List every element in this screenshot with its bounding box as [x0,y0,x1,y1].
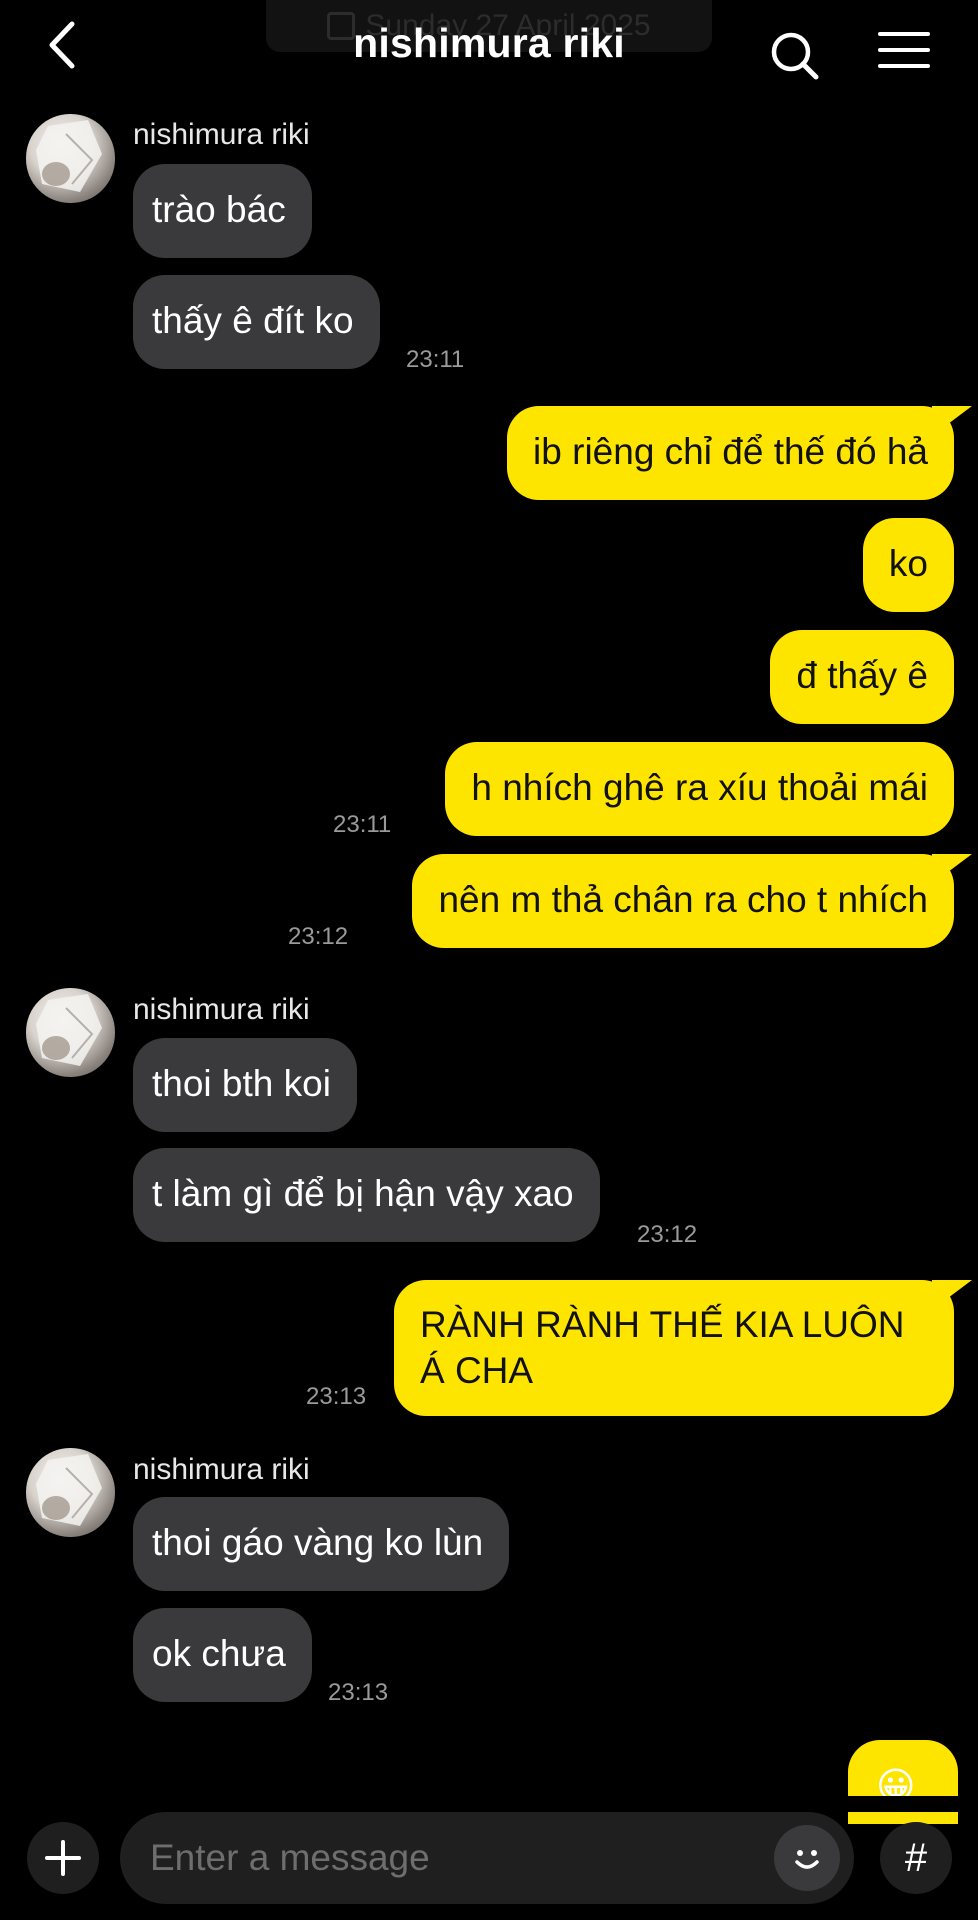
outgoing-message[interactable]: RÀNH RÀNH THẾ KIA LUÔN Á CHA [394,1280,954,1416]
message-time: 23:11 [406,346,465,373]
message-input[interactable] [150,1830,750,1886]
avatar[interactable] [26,988,115,1077]
menu-button[interactable] [876,28,932,78]
avatar-photo [36,120,102,192]
sender-name: nishimura riki [133,118,310,151]
message-time: 23:13 [328,1679,389,1706]
hashtag-button[interactable]: # [880,1822,952,1894]
incoming-message[interactable]: thấy ê đít ko [133,275,380,369]
outgoing-message[interactable]: nên m thả chân ra cho t nhích [412,854,954,948]
composer-backdrop [0,1796,978,1812]
sender-name: nishimura riki [133,993,310,1026]
plus-icon [45,1840,81,1876]
incoming-message[interactable]: thoi bth koi [133,1038,357,1132]
incoming-message[interactable]: thoi gáo vàng ko lùn [133,1497,510,1591]
sender-name: nishimura riki [133,1453,310,1486]
search-icon [771,32,819,80]
avatar[interactable] [26,114,115,203]
incoming-message[interactable]: trào bác [133,164,312,258]
avatar-photo [36,1454,102,1526]
incoming-message[interactable]: t làm gì để bị hận vậy xao [133,1148,600,1242]
attach-button[interactable] [27,1822,99,1894]
message-time: 23:12 [288,923,349,950]
message-time: 23:13 [306,1383,367,1410]
outgoing-message[interactable]: đ thấy ê [770,630,954,724]
hamburger-icon [878,32,930,68]
outgoing-message[interactable]: h nhích ghê ra xíu thoải mái [445,742,954,836]
emoji-button[interactable] [774,1825,840,1891]
smiley-icon [795,1850,819,1869]
avatar-photo [36,994,102,1066]
search-button[interactable] [768,28,824,84]
chat-title: nishimura riki [353,20,625,66]
outgoing-message[interactable]: ib riêng chỉ để thế đó hả [507,406,954,500]
message-time: 23:12 [637,1221,698,1248]
outgoing-message[interactable]: ko [862,518,954,612]
message-input-container[interactable] [120,1812,854,1904]
message-time: 23:11 [333,811,392,838]
incoming-message[interactable]: ok chưa [133,1608,312,1702]
avatar[interactable] [26,1448,115,1537]
